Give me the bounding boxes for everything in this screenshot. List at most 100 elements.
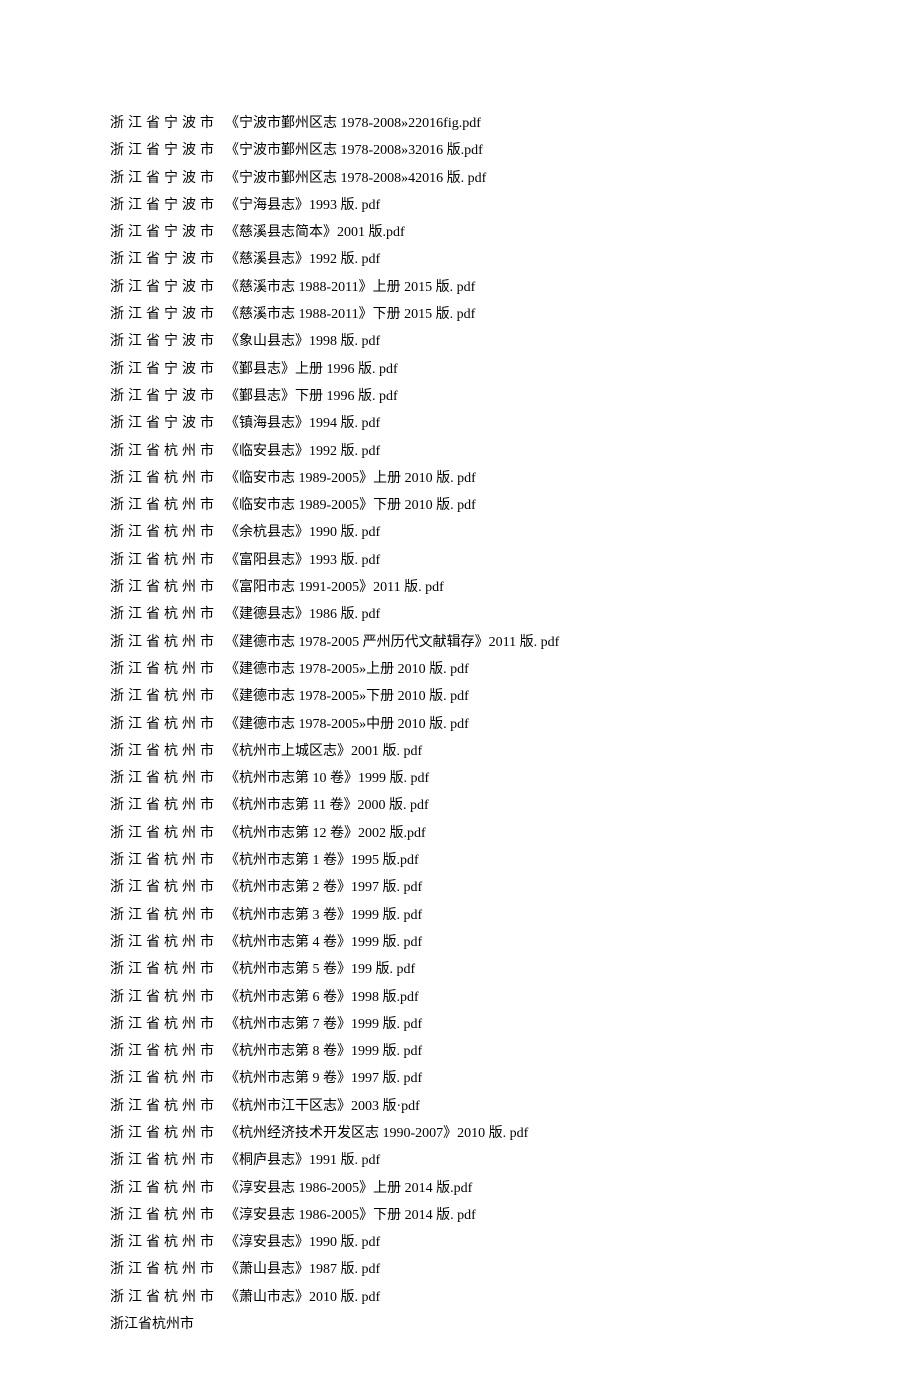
list-row: 浙江省杭州市《建德市志 1978-2005»中册 2010 版. pdf — [110, 711, 860, 738]
file-cell: 《鄞县志》上册 1996 版. pdf — [225, 356, 860, 383]
region-cell: 浙江省宁波市 — [110, 274, 225, 301]
region-cell: 浙江省杭州市 — [110, 847, 225, 874]
region-cell: 浙江省杭州市 — [110, 984, 225, 1011]
list-row: 浙江省杭州市《淳安县志 1986-2005》下册 2014 版. pdf — [110, 1202, 860, 1229]
region-cell: 浙江省宁波市 — [110, 110, 225, 137]
region-cell: 浙江省宁波市 — [110, 301, 225, 328]
region-cell: 浙江省杭州市 — [110, 874, 225, 901]
document-page: 浙江省宁波市《宁波市鄞州区志 1978-2008»22016fig.pdf浙江省… — [0, 0, 920, 1398]
file-cell: 《杭州市志第 5 卷》199 版. pdf — [225, 956, 860, 983]
region-cell: 浙江省杭州市 — [110, 1284, 225, 1311]
file-cell: 《富阳县志》1993 版. pdf — [225, 547, 860, 574]
region-cell: 浙江省杭州市 — [110, 1229, 225, 1256]
list-row: 浙江省杭州市《杭州市志第 10 卷》1999 版. pdf — [110, 765, 860, 792]
list-row: 浙江省杭州市《桐庐县志》1991 版. pdf — [110, 1147, 860, 1174]
file-cell: 《临安县志》1992 版. pdf — [225, 438, 860, 465]
region-cell: 浙江省杭州市 — [110, 929, 225, 956]
region-cell: 浙江省杭州市 — [110, 902, 225, 929]
file-cell: 《萧山县志》1987 版. pdf — [225, 1256, 860, 1283]
region-cell: 浙江省杭州市 — [110, 1011, 225, 1038]
list-row: 浙江省杭州市《杭州市志第 11 卷》2000 版. pdf — [110, 792, 860, 819]
list-row: 浙江省杭州市《临安市志 1989-2005》下册 2010 版. pdf — [110, 492, 860, 519]
file-cell: 《杭州市志第 10 卷》1999 版. pdf — [225, 765, 860, 792]
list-row: 浙江省宁波市《慈溪市志 1988-2011》上册 2015 版. pdf — [110, 274, 860, 301]
region-cell: 浙江省杭州市 — [110, 438, 225, 465]
file-cell: 《建德市志 1978-2005»中册 2010 版. pdf — [225, 711, 860, 738]
file-cell: 《杭州经济技术开发区志 1990-2007》2010 版. pdf — [225, 1120, 860, 1147]
region-cell: 浙江省杭州市 — [110, 629, 225, 656]
file-cell: 《桐庐县志》1991 版. pdf — [225, 1147, 860, 1174]
region-cell: 浙江省宁波市 — [110, 165, 225, 192]
file-cell: 《建德市志 1978-2005»下册 2010 版. pdf — [225, 683, 860, 710]
region-cell: 浙江省杭州市 — [110, 547, 225, 574]
list-row: 浙江省杭州市《淳安县志 1986-2005》上册 2014 版.pdf — [110, 1175, 860, 1202]
list-row: 浙江省杭州市《杭州市志第 2 卷》1997 版. pdf — [110, 874, 860, 901]
region-cell: 浙江省宁波市 — [110, 192, 225, 219]
list-row: 浙江省宁波市《宁波市鄞州区志 1978-2008»22016fig.pdf — [110, 110, 860, 137]
file-cell: 《杭州市志第 9 卷》1997 版. pdf — [225, 1065, 860, 1092]
region-cell: 浙江省杭州市 — [110, 1202, 225, 1229]
list-row: 浙江省杭州市《杭州市志第 12 卷》2002 版.pdf — [110, 820, 860, 847]
region-cell: 浙江省杭州市 — [110, 792, 225, 819]
list-row: 浙江省宁波市《镇海县志》1994 版. pdf — [110, 410, 860, 437]
region-cell: 浙江省杭州市 — [110, 1175, 225, 1202]
list-row: 浙江省杭州市《杭州市志第 5 卷》199 版. pdf — [110, 956, 860, 983]
file-cell: 《杭州市志第 12 卷》2002 版.pdf — [225, 820, 860, 847]
list-row: 浙江省杭州市《杭州市志第 4 卷》1999 版. pdf — [110, 929, 860, 956]
region-cell: 浙江省杭州市 — [110, 820, 225, 847]
file-cell: 《淳安县志 1986-2005》下册 2014 版. pdf — [225, 1202, 860, 1229]
region-cell: 浙江省杭州市 — [110, 1120, 225, 1147]
region-cell: 浙江省杭州市 — [110, 519, 225, 546]
region-cell: 浙江省宁波市 — [110, 356, 225, 383]
list-row: 浙江省杭州市《杭州市志第 8 卷》1999 版. pdf — [110, 1038, 860, 1065]
file-cell: 《宁波市鄞州区志 1978-2008»32016 版.pdf — [225, 137, 860, 164]
region-cell: 浙江省杭州市 — [110, 738, 225, 765]
region-cell: 浙江省宁波市 — [110, 383, 225, 410]
rows-container: 浙江省宁波市《宁波市鄞州区志 1978-2008»22016fig.pdf浙江省… — [110, 110, 860, 1338]
list-row: 浙江省杭州市《余杭县志》1990 版. pdf — [110, 519, 860, 546]
region-cell: 浙江省宁波市 — [110, 328, 225, 355]
region-cell: 浙江省杭州市 — [110, 711, 225, 738]
list-row: 浙江省杭州市《杭州经济技术开发区志 1990-2007》2010 版. pdf — [110, 1120, 860, 1147]
region-cell: 浙江省宁波市 — [110, 219, 225, 246]
region-cell: 浙江省杭州市 — [110, 1038, 225, 1065]
region-cell: 浙江省杭州市 — [110, 1256, 225, 1283]
list-row: 浙江省杭州市《杭州市上城区志》2001 版. pdf — [110, 738, 860, 765]
list-row: 浙江省宁波市《宁波市鄞州区志 1978-2008»42016 版. pdf — [110, 165, 860, 192]
file-cell: 《建德市志 1978-2005 严州历代文献辑存》2011 版. pdf — [225, 629, 860, 656]
region-cell: 浙江省杭州市 — [110, 1147, 225, 1174]
region-cell: 浙江省杭州市 — [110, 492, 225, 519]
list-row: 浙江省杭州市《杭州市志第 6 卷》1998 版.pdf — [110, 984, 860, 1011]
file-cell: 《临安市志 1989-2005》上册 2010 版. pdf — [225, 465, 860, 492]
list-row: 浙江省杭州市《萧山市志》2010 版. pdf — [110, 1284, 860, 1311]
list-row: 浙江省杭州市《临安市志 1989-2005》上册 2010 版. pdf — [110, 465, 860, 492]
file-cell: 《富阳市志 1991-2005》2011 版. pdf — [225, 574, 860, 601]
list-row: 浙江省杭州市《杭州市江干区志》2003 版·pdf — [110, 1093, 860, 1120]
list-row: 浙江省宁波市《宁海县志》1993 版. pdf — [110, 192, 860, 219]
file-cell: 《杭州市志第 8 卷》1999 版. pdf — [225, 1038, 860, 1065]
region-cell: 浙江省杭州市 — [110, 1065, 225, 1092]
region-cell: 浙江省杭州市 — [110, 465, 225, 492]
file-cell: 《余杭县志》1990 版. pdf — [225, 519, 860, 546]
file-cell: 《杭州市上城区志》2001 版. pdf — [225, 738, 860, 765]
list-row: 浙江省宁波市《慈溪县志简本》2001 版.pdf — [110, 219, 860, 246]
file-cell: 《建德市志 1978-2005»上册 2010 版. pdf — [225, 656, 860, 683]
file-cell: 《慈溪县志简本》2001 版.pdf — [225, 219, 860, 246]
file-cell: 《杭州市志第 4 卷》1999 版. pdf — [225, 929, 860, 956]
list-row: 浙江省宁波市《慈溪市志 1988-2011》下册 2015 版. pdf — [110, 301, 860, 328]
region-cell: 浙江省杭州市 — [110, 1311, 225, 1338]
file-cell: 《杭州市志第 6 卷》1998 版.pdf — [225, 984, 860, 1011]
file-cell: 《萧山市志》2010 版. pdf — [225, 1284, 860, 1311]
list-row: 浙江省杭州市《杭州市志第 1 卷》1995 版.pdf — [110, 847, 860, 874]
list-row: 浙江省杭州市 — [110, 1311, 860, 1338]
file-cell: 《临安市志 1989-2005》下册 2010 版. pdf — [225, 492, 860, 519]
list-row: 浙江省杭州市《富阳市志 1991-2005》2011 版. pdf — [110, 574, 860, 601]
list-row: 浙江省杭州市《淳安县志》1990 版. pdf — [110, 1229, 860, 1256]
file-cell: 《杭州市志第 7 卷》1999 版. pdf — [225, 1011, 860, 1038]
file-cell: 《宁波市鄞州区志 1978-2008»22016fig.pdf — [225, 110, 860, 137]
file-cell: 《镇海县志》1994 版. pdf — [225, 410, 860, 437]
region-cell: 浙江省杭州市 — [110, 601, 225, 628]
list-row: 浙江省杭州市《建德市志 1978-2005»上册 2010 版. pdf — [110, 656, 860, 683]
region-cell: 浙江省杭州市 — [110, 683, 225, 710]
region-cell: 浙江省杭州市 — [110, 956, 225, 983]
